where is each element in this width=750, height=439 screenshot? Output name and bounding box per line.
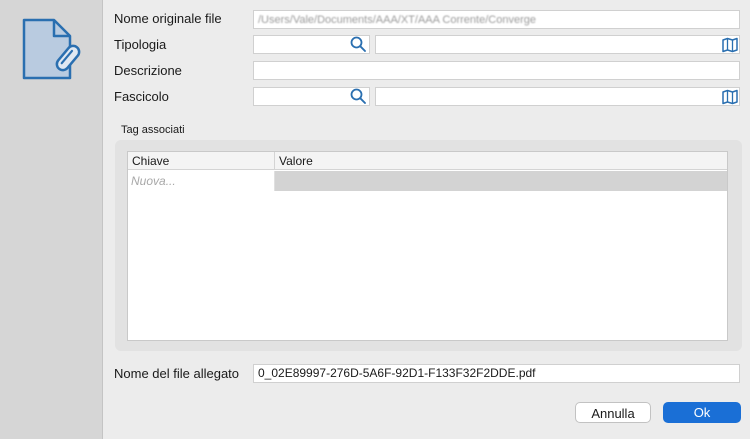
column-header-value[interactable]: Valore: [275, 152, 727, 170]
attached-document-icon: [22, 18, 81, 80]
attachment-name-value: 0_02E89997-276D-5A6F-92D1-F133F32F2DDE.p…: [258, 366, 536, 380]
original-name-value: /Users/Vale/Documents/AAA/XT/AAA Corrent…: [258, 14, 536, 26]
column-header-key[interactable]: Chiave: [128, 152, 275, 170]
dossier-search-icon[interactable]: [349, 87, 367, 105]
description-label: Descrizione: [114, 63, 182, 78]
type-description-field[interactable]: [375, 35, 740, 54]
original-name-field[interactable]: /Users/Vale/Documents/AAA/XT/AAA Corrent…: [253, 10, 740, 29]
dossier-label: Fascicolo: [114, 89, 169, 104]
tags-group-label: Tag associati: [121, 124, 185, 136]
description-field[interactable]: [253, 61, 740, 80]
ok-button[interactable]: Ok: [663, 402, 741, 423]
attachment-name-label: Nome del file allegato: [114, 366, 240, 381]
new-tag-key-cell[interactable]: Nuova...: [128, 171, 275, 191]
type-search-icon[interactable]: [349, 35, 367, 53]
new-tag-value-cell[interactable]: [275, 171, 727, 191]
dossier-browse-icon[interactable]: [721, 88, 739, 106]
attachment-name-field[interactable]: 0_02E89997-276D-5A6F-92D1-F133F32F2DDE.p…: [253, 364, 740, 383]
tags-table[interactable]: Chiave Valore Nuova...: [127, 151, 728, 341]
dossier-description-field[interactable]: [375, 87, 740, 106]
type-label: Tipologia: [114, 37, 167, 52]
cancel-button[interactable]: Annulla: [575, 402, 651, 423]
sidebar: [0, 0, 103, 439]
original-name-label: Nome originale file: [114, 11, 222, 26]
type-browse-icon[interactable]: [721, 36, 739, 54]
main-panel: Nome originale file /Users/Vale/Document…: [103, 0, 750, 439]
